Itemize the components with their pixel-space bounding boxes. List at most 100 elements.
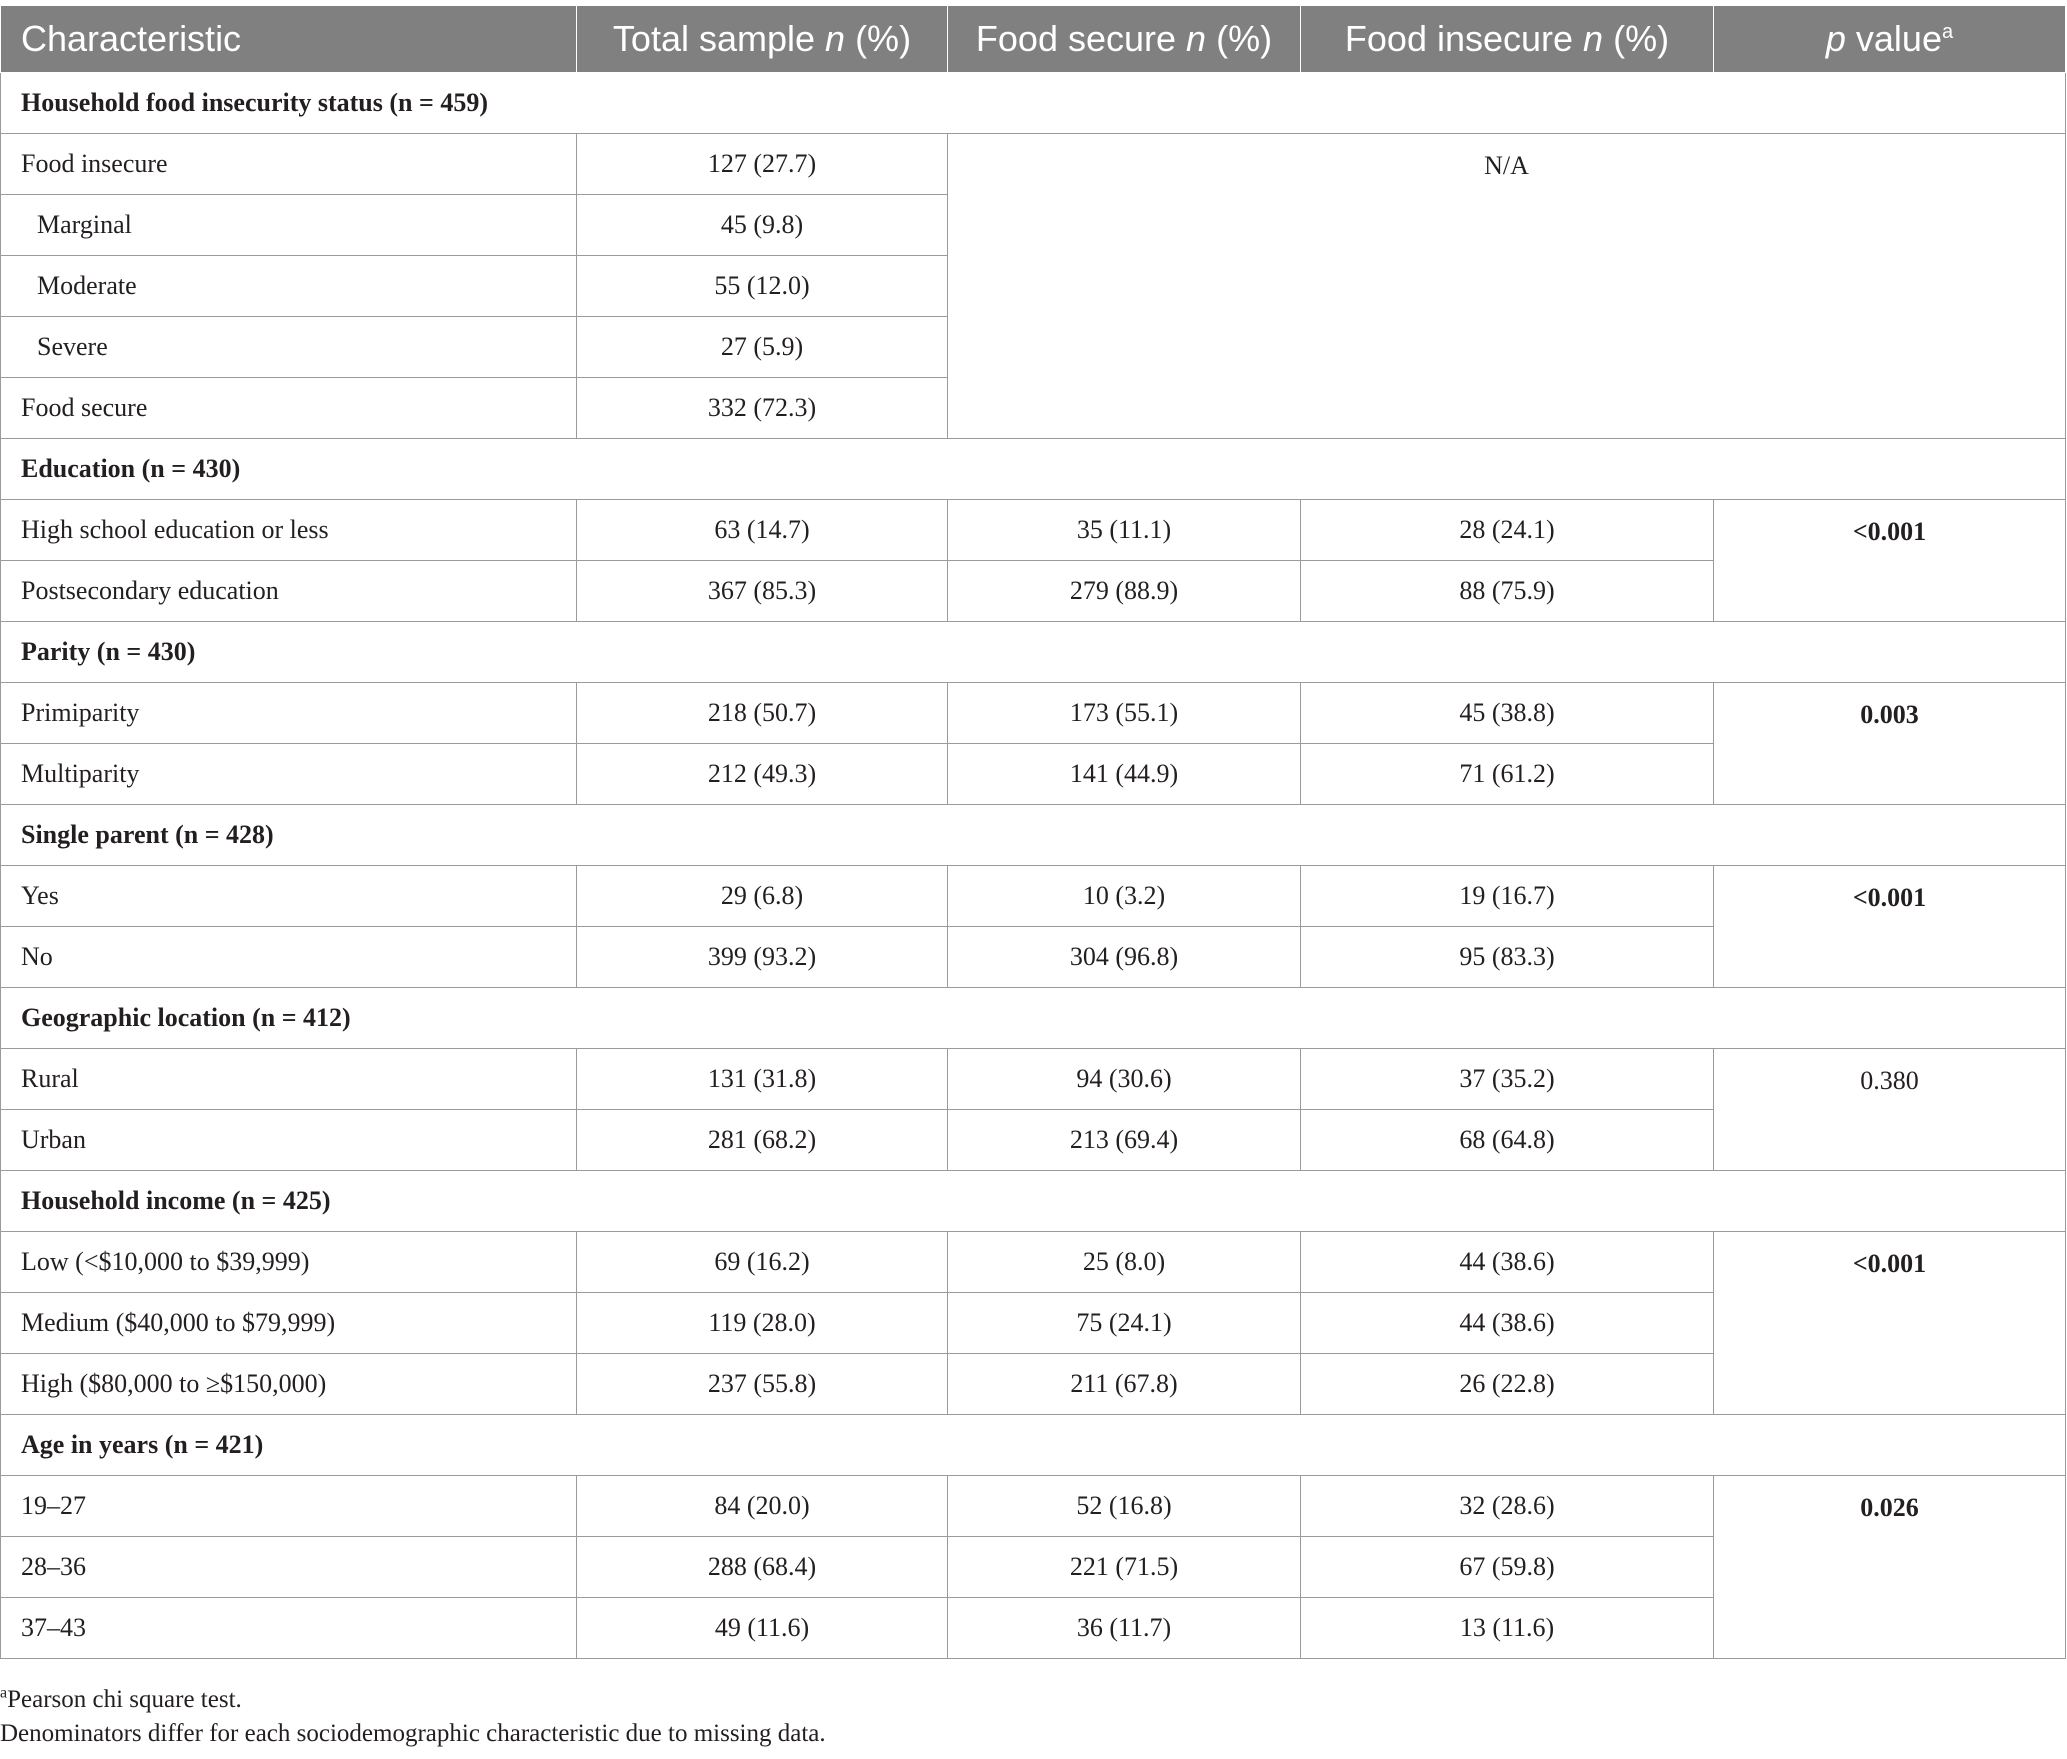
row-label: Postsecondary education [0, 560, 577, 622]
table-row: Yes 29 (6.8) 10 (3.2) 19 (16.7) <0.001 [0, 865, 2066, 988]
food-insecure-cell: 32 (28.6) [1300, 1475, 1714, 1537]
food-secure-cell: 173 (55.1) [947, 682, 1301, 744]
food-insecure-cell: 95 (83.3) [1300, 926, 1714, 988]
row-label: Yes [0, 865, 577, 927]
header-pct: (%) [1206, 18, 1273, 59]
header-characteristic: Characteristic [0, 5, 577, 73]
section-title: Household income (n = 425) [0, 1170, 2066, 1232]
header-fi-text: Food insecure [1344, 18, 1584, 59]
total-cell: 332 (72.3) [576, 377, 948, 439]
row-label: Multiparity [0, 743, 577, 805]
header-total-sample: Total sample n (%) [576, 5, 948, 73]
total-cell: 49 (11.6) [576, 1597, 948, 1659]
total-cell: 127 (27.7) [576, 133, 948, 195]
table-row: 19–27 84 (20.0) 52 (16.8) 32 (28.6) 0.02… [0, 1475, 2066, 1659]
total-cell: 119 (28.0) [576, 1292, 948, 1354]
total-cell: 237 (55.8) [576, 1353, 948, 1415]
p-value-cell: 0.003 [1713, 682, 2066, 805]
row-label: Moderate [0, 255, 577, 317]
row-label: 28–36 [0, 1536, 577, 1598]
section-row-education: Education (n = 430) [0, 438, 2066, 500]
row-label: High ($80,000 to ≥$150,000) [0, 1353, 577, 1415]
section-row-parity: Parity (n = 430) [0, 621, 2066, 683]
total-cell: 399 (93.2) [576, 926, 948, 988]
food-secure-cell: 141 (44.9) [947, 743, 1301, 805]
food-insecure-cell: 28 (24.1) [1300, 499, 1714, 561]
section-title: Education (n = 430) [0, 438, 2066, 500]
footnote-b-text: Denominators differ for each sociodemogr… [0, 1720, 826, 1747]
header-value: value [1845, 18, 1942, 59]
food-insecure-cell: 13 (11.6) [1300, 1597, 1714, 1659]
section-row-age: Age in years (n = 421) [0, 1414, 2066, 1476]
total-cell: 212 (49.3) [576, 743, 948, 805]
food-insecure-cell: 37 (35.2) [1300, 1048, 1714, 1110]
header-fs-text: Food secure [975, 18, 1187, 59]
header-food-secure: Food secure n (%) [947, 5, 1301, 73]
table-row: Food insecure 127 (27.7) N/A [0, 133, 2066, 439]
header-row: Characteristic Total sample n (%) Food s… [0, 5, 2066, 73]
header-p: p [1825, 18, 1846, 59]
section-title: Geographic location (n = 412) [0, 987, 2066, 1049]
row-label: Primiparity [0, 682, 577, 744]
section-title: Single parent (n = 428) [0, 804, 2066, 866]
header-pct: (%) [1603, 18, 1670, 59]
food-insecure-cell: 44 (38.6) [1300, 1292, 1714, 1354]
total-cell: 281 (68.2) [576, 1109, 948, 1171]
header-pct: (%) [845, 18, 912, 59]
header-footnote-marker: a [1941, 21, 1954, 43]
section-row-single-parent: Single parent (n = 428) [0, 804, 2066, 866]
row-label: Rural [0, 1048, 577, 1110]
total-cell: 131 (31.8) [576, 1048, 948, 1110]
food-insecure-cell: 88 (75.9) [1300, 560, 1714, 622]
footnote-a-text: Pearson chi square test. [7, 1686, 242, 1713]
food-insecure-cell: 26 (22.8) [1300, 1353, 1714, 1415]
food-secure-cell: 25 (8.0) [947, 1231, 1301, 1293]
header-n: n [1583, 18, 1604, 59]
table-row: High school education or less 63 (14.7) … [0, 499, 2066, 622]
row-label: Severe [0, 316, 577, 378]
row-label: 19–27 [0, 1475, 577, 1537]
section-row-geographic-location: Geographic location (n = 412) [0, 987, 2066, 1049]
total-cell: 27 (5.9) [576, 316, 948, 378]
food-secure-cell: 36 (11.7) [947, 1597, 1301, 1659]
food-insecure-cell: 44 (38.6) [1300, 1231, 1714, 1293]
food-secure-cell: 211 (67.8) [947, 1353, 1301, 1415]
header-total-text: Total sample [612, 18, 826, 59]
footnote-b: Denominators differ for each sociodemogr… [0, 1720, 826, 1748]
total-cell: 63 (14.7) [576, 499, 948, 561]
table-row: Rural 131 (31.8) 94 (30.6) 37 (35.2) 0.3… [0, 1048, 2066, 1171]
row-label: Food secure [0, 377, 577, 439]
food-secure-cell: 75 (24.1) [947, 1292, 1301, 1354]
total-cell: 288 (68.4) [576, 1536, 948, 1598]
section-title: Household food insecurity status (n = 45… [0, 72, 2066, 134]
food-secure-cell: 35 (11.1) [947, 499, 1301, 561]
section-title: Age in years (n = 421) [0, 1414, 2066, 1476]
header-p-value: p valuea [1713, 5, 2066, 73]
row-label: High school education or less [0, 499, 577, 561]
p-value-cell: 0.026 [1713, 1475, 2066, 1659]
total-cell: 45 (9.8) [576, 194, 948, 256]
section-row-household-income: Household income (n = 425) [0, 1170, 2066, 1232]
total-cell: 69 (16.2) [576, 1231, 948, 1293]
table-row: Low (<$10,000 to $39,999) 69 (16.2) 25 (… [0, 1231, 2066, 1415]
food-insecure-cell: 68 (64.8) [1300, 1109, 1714, 1171]
row-label: 37–43 [0, 1597, 577, 1659]
food-secure-cell: 10 (3.2) [947, 865, 1301, 927]
food-insecure-cell: 19 (16.7) [1300, 865, 1714, 927]
header-food-insecure: Food insecure n (%) [1300, 5, 1714, 73]
food-insecure-cell: 71 (61.2) [1300, 743, 1714, 805]
section-title: Parity (n = 430) [0, 621, 2066, 683]
food-insecure-cell: 45 (38.8) [1300, 682, 1714, 744]
header-characteristic-text: Characteristic [21, 18, 242, 59]
food-secure-cell: 94 (30.6) [947, 1048, 1301, 1110]
food-secure-cell: 52 (16.8) [947, 1475, 1301, 1537]
food-insecure-cell: 67 (59.8) [1300, 1536, 1714, 1598]
total-cell: 367 (85.3) [576, 560, 948, 622]
footnote-a: aPearson chi square test. [0, 1685, 242, 1714]
total-cell: 29 (6.8) [576, 865, 948, 927]
food-secure-cell: 279 (88.9) [947, 560, 1301, 622]
p-value-cell: 0.380 [1713, 1048, 2066, 1171]
na-cell: N/A [947, 133, 2066, 439]
header-n: n [825, 18, 846, 59]
characteristics-table: Characteristic Total sample n (%) Food s… [0, 5, 2066, 1659]
